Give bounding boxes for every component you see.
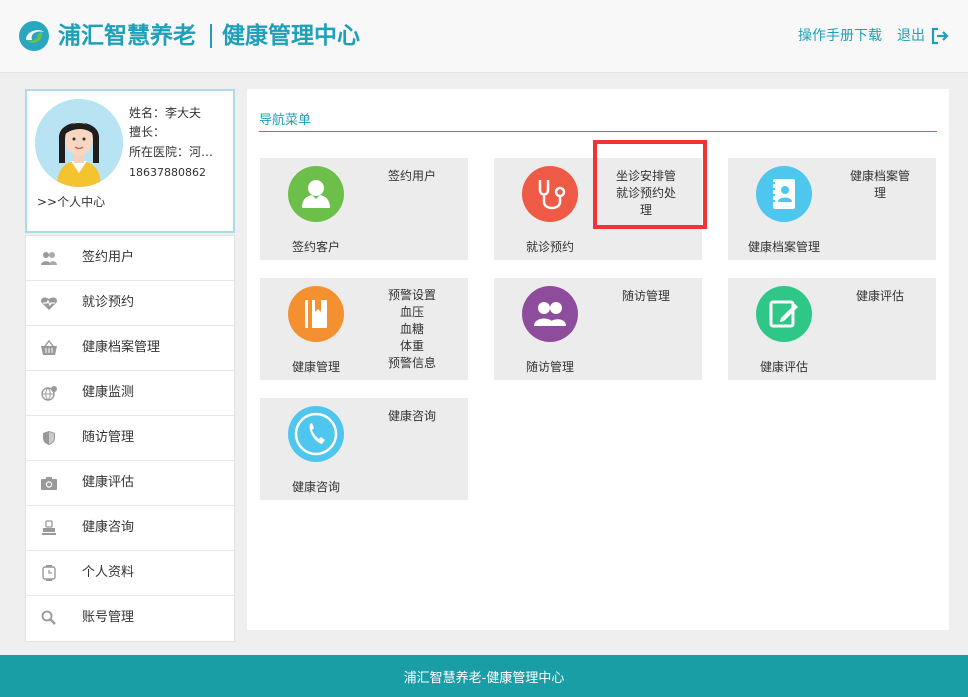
sidebar-item-label: 签约用户 (82, 250, 135, 265)
camera-icon (41, 477, 57, 490)
brand-name: 浦汇智慧养老 (58, 23, 196, 49)
user-icon (302, 180, 330, 208)
nav-menu-title: 导航菜单 (259, 113, 312, 128)
avatar (35, 99, 123, 187)
users-icon (41, 252, 57, 265)
sidebar-menu: 签约用户 就诊预约 健康档案管理 健康监测 随访管理 健康评估 健康咨询 个人资… (25, 235, 235, 642)
tile-icon-circle (288, 286, 344, 342)
tile-title: 就诊预约 (525, 240, 574, 254)
search-icon (41, 610, 56, 625)
sidebar-item-health-consult[interactable]: 健康咨询 (26, 506, 234, 551)
tile-title: 健康管理 (291, 360, 340, 374)
address-book-icon (771, 179, 795, 209)
tile-links: 随访管理 (606, 288, 686, 305)
sidebar-item-label: 个人资料 (82, 565, 135, 580)
sidebar-item-signed-users[interactable]: 签约用户 (26, 236, 234, 281)
group-icon (534, 302, 566, 326)
nav-title-divider (259, 131, 937, 132)
tile-title: 健康档案管理 (747, 240, 820, 254)
tile-icon-circle (288, 406, 344, 462)
manual-download-link[interactable]: 操作手册下载 (798, 27, 882, 45)
profile-card: 姓名：李大夫 擅长： 所在医院：河… 18637880862 >>个人中心 (25, 89, 235, 233)
sidebar-item-label: 健康监测 (82, 385, 135, 400)
tile-title: 随访管理 (525, 360, 574, 374)
tile-link[interactable]: 健康评估 (840, 288, 920, 305)
footer: 浦汇智慧养老-健康管理中心 (0, 655, 968, 697)
watch-icon (42, 565, 56, 581)
edit-icon (769, 300, 798, 328)
tile-links: 签约用户 (372, 168, 452, 185)
personal-center-link[interactable]: >>个人中心 (37, 193, 105, 210)
tile-follow-up[interactable]: 随访管理 随访管理 (494, 278, 702, 380)
sidebar-item-label: 健康档案管理 (82, 340, 161, 355)
profile-name: 姓名：李大夫 (129, 106, 202, 120)
stethoscope-icon (538, 180, 566, 210)
tile-icon-circle (288, 166, 344, 222)
tile-links: 预警设置 血压 血糖 体重 预警信息 (372, 287, 452, 372)
profile-hospital: 所在医院：河… (129, 145, 214, 159)
sidebar-item-health-records[interactable]: 健康档案管理 (26, 326, 234, 371)
tile-link[interactable]: 随访管理 (606, 288, 686, 305)
tile-links: 健康咨询 (372, 408, 452, 425)
book-icon (305, 300, 327, 328)
logo-icon (19, 21, 49, 51)
shield-icon (43, 431, 55, 445)
logout-link[interactable]: 退出 (897, 27, 925, 45)
header: 浦汇智慧养老 健康管理中心 操作手册下载 退出 (0, 0, 968, 73)
profile-specialty: 擅长： (129, 125, 166, 139)
highlight-box (593, 140, 707, 229)
brand-subtitle: 健康管理中心 (222, 23, 360, 49)
tile-title: 健康评估 (759, 360, 808, 374)
heart-pulse-icon (40, 297, 58, 310)
footer-text: 浦汇智慧养老-健康管理中心 (403, 671, 565, 686)
tile-link[interactable]: 血糖 (372, 321, 452, 338)
tile-title: 健康咨询 (291, 480, 340, 494)
doctor-avatar-icon (35, 99, 123, 187)
sidebar-item-label: 账号管理 (82, 610, 135, 625)
tile-link[interactable]: 健康咨询 (372, 408, 452, 425)
profile-phone: 18637880862 (129, 166, 206, 179)
tile-link[interactable]: 体重 (372, 338, 452, 355)
tile-link[interactable]: 签约用户 (372, 168, 452, 185)
tile-links: 健康评估 (840, 288, 920, 305)
tile-links: 健康档案管 理 (840, 168, 920, 202)
sidebar-item-appointment[interactable]: 就诊预约 (26, 281, 234, 326)
sidebar-item-label: 随访管理 (82, 430, 135, 445)
sidebar-item-label: 就诊预约 (82, 295, 135, 310)
tile-signed-customers[interactable]: 签约客户 签约用户 (260, 158, 468, 260)
sidebar-item-account[interactable]: 账号管理 (26, 596, 234, 641)
tile-link[interactable]: 理 (840, 185, 920, 202)
stamp-icon (42, 520, 56, 535)
basket-icon (41, 340, 57, 355)
tile-health-consult[interactable]: 健康咨询 健康咨询 (260, 398, 468, 500)
sidebar-item-label: 健康评估 (82, 475, 135, 490)
tile-link[interactable]: 健康档案管 (840, 168, 920, 185)
tile-health-assessment[interactable]: 健康评估 健康评估 (728, 278, 936, 380)
tile-health-records[interactable]: 健康档案管理 健康档案管 理 (728, 158, 936, 260)
phone-icon (294, 412, 338, 456)
tile-link[interactable]: 预警信息 (372, 355, 452, 372)
tile-link[interactable]: 预警设置 (372, 287, 452, 304)
sidebar-item-health-assessment[interactable]: 健康评估 (26, 461, 234, 506)
sidebar-item-personal-info[interactable]: 个人资料 (26, 551, 234, 596)
tile-icon-circle (756, 286, 812, 342)
brand-divider (210, 24, 212, 48)
tile-icon-circle (756, 166, 812, 222)
tile-icon-circle (522, 286, 578, 342)
tile-link[interactable]: 血压 (372, 304, 452, 321)
tile-title: 签约客户 (291, 240, 340, 254)
sidebar-item-follow-up[interactable]: 随访管理 (26, 416, 234, 461)
sidebar-item-health-monitoring[interactable]: 健康监测 (26, 371, 234, 416)
globe-icon (41, 386, 57, 401)
logout-icon[interactable] (930, 26, 950, 46)
tile-health-management[interactable]: 健康管理 预警设置 血压 血糖 体重 预警信息 (260, 278, 468, 380)
sidebar-item-label: 健康咨询 (82, 520, 135, 535)
tile-icon-circle (522, 166, 578, 222)
